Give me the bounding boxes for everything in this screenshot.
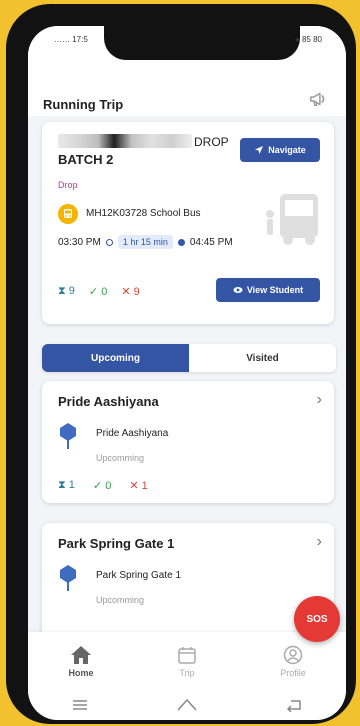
app-header: Running Trip: [28, 62, 346, 114]
nav-profile-label: Profile: [280, 667, 306, 678]
stop-status: Upcomming: [96, 453, 145, 463]
stop-student-counts: ⧗ 1 ✓ 0 ✕ 1: [58, 479, 148, 492]
drop-label: Drop: [58, 180, 78, 190]
nav-home[interactable]: Home: [28, 632, 134, 690]
home-icon: [71, 645, 91, 664]
hourglass-icon: ⧗: [58, 285, 66, 297]
boarded-students: ✓ 0: [89, 285, 107, 298]
batch-name: BATCH 2: [58, 152, 114, 167]
stop-tabs: Upcoming Visited: [42, 344, 336, 372]
app-screen: …… 17:5 ● 85 80 Running Trip DROP BATCH …: [28, 26, 346, 720]
bus-illustration-icon: [266, 194, 318, 245]
stop-title: Park Spring Gate 1: [58, 536, 175, 551]
stop-boarded-count: 0: [105, 480, 112, 492]
absent-count: 9: [133, 286, 140, 298]
chevron-right-icon: ›: [316, 533, 322, 550]
school-bus-icon: [58, 204, 78, 224]
navigate-button[interactable]: Navigate: [240, 138, 320, 162]
bottom-nav: Home Trip Profile: [28, 632, 346, 690]
system-nav-bar: [28, 690, 346, 720]
stop-address: Park Spring Gate 1: [96, 570, 182, 581]
status-bar: …… 17:5 ● 85 80: [28, 32, 346, 48]
check-icon: ✓: [92, 480, 103, 492]
tab-visited[interactable]: Visited: [189, 344, 336, 372]
nav-home-label: Home: [68, 667, 94, 678]
megaphone-icon[interactable]: [308, 88, 330, 110]
start-time: 03:30 PM: [58, 236, 101, 248]
stop-total: ⧗ 1: [58, 479, 75, 492]
trip-type: DROP: [194, 135, 229, 149]
status-left: …… 17:5: [54, 35, 88, 44]
nav-trip-label: Trip: [179, 667, 195, 678]
absent-students: ✕ 9: [121, 285, 139, 298]
tab-upcoming[interactable]: Upcoming: [42, 344, 189, 372]
back-icon[interactable]: [285, 698, 303, 712]
trip-card: DROP BATCH 2 Navigate Drop MH12K03728 Sc…: [42, 122, 334, 324]
trip-duration: 1 hr 15 min: [117, 235, 173, 249]
navigate-label: Navigate: [268, 145, 306, 155]
stop-total-count: 1: [68, 479, 75, 491]
vehicle-info: MH12K03728 School Bus: [86, 208, 201, 219]
sos-button[interactable]: SOS: [294, 596, 340, 642]
cross-icon: ✕: [129, 480, 139, 492]
student-counts: ⧗ 9 ✓ 0 ✕ 9: [58, 285, 140, 298]
view-student-button[interactable]: View Student: [216, 278, 320, 302]
navigation-arrow-icon: [255, 146, 264, 154]
view-student-label: View Student: [246, 285, 304, 295]
stop-card[interactable]: Park Spring Gate 1 › Park Spring Gate 1 …: [42, 523, 334, 645]
stop-boarded: ✓ 0: [93, 479, 111, 492]
profile-icon: [283, 645, 303, 664]
stop-card[interactable]: Pride Aashiyana › Pride Aashiyana Upcomm…: [42, 381, 334, 503]
stop-absent: ✕ 1: [129, 479, 147, 492]
location-pin-icon: [60, 565, 76, 591]
home-button-icon[interactable]: [176, 698, 198, 712]
stop-title: Pride Aashiyana: [58, 394, 159, 409]
status-right: ● 85 80: [294, 35, 322, 44]
phone-frame: …… 17:5 ● 85 80 Running Trip DROP BATCH …: [6, 4, 356, 724]
redacted-route-name: [58, 134, 192, 148]
stop-address: Pride Aashiyana: [96, 428, 169, 439]
start-dot-icon: [105, 238, 113, 246]
eye-icon: [233, 287, 243, 293]
total-count: 9: [68, 285, 75, 297]
nav-profile[interactable]: Profile: [240, 632, 346, 690]
cross-icon: ✕: [121, 286, 131, 298]
hourglass-icon: ⧗: [58, 479, 66, 491]
boarded-count: 0: [101, 286, 108, 298]
location-pin-icon: [60, 423, 76, 449]
stop-absent-count: 1: [141, 480, 148, 492]
trip-time-row: 03:30 PM 1 hr 15 min 04:45 PM: [58, 235, 233, 249]
menu-icon[interactable]: [71, 699, 89, 711]
check-icon: ✓: [88, 286, 99, 298]
end-time: 04:45 PM: [189, 236, 233, 248]
calendar-icon: [178, 646, 196, 664]
end-dot-icon: [177, 238, 185, 246]
chevron-right-icon: ›: [316, 391, 322, 408]
total-students: ⧗ 9: [58, 285, 75, 298]
stop-status: Upcomming: [96, 595, 145, 605]
nav-trip[interactable]: Trip: [134, 632, 240, 690]
page-title: Running Trip: [43, 97, 124, 112]
